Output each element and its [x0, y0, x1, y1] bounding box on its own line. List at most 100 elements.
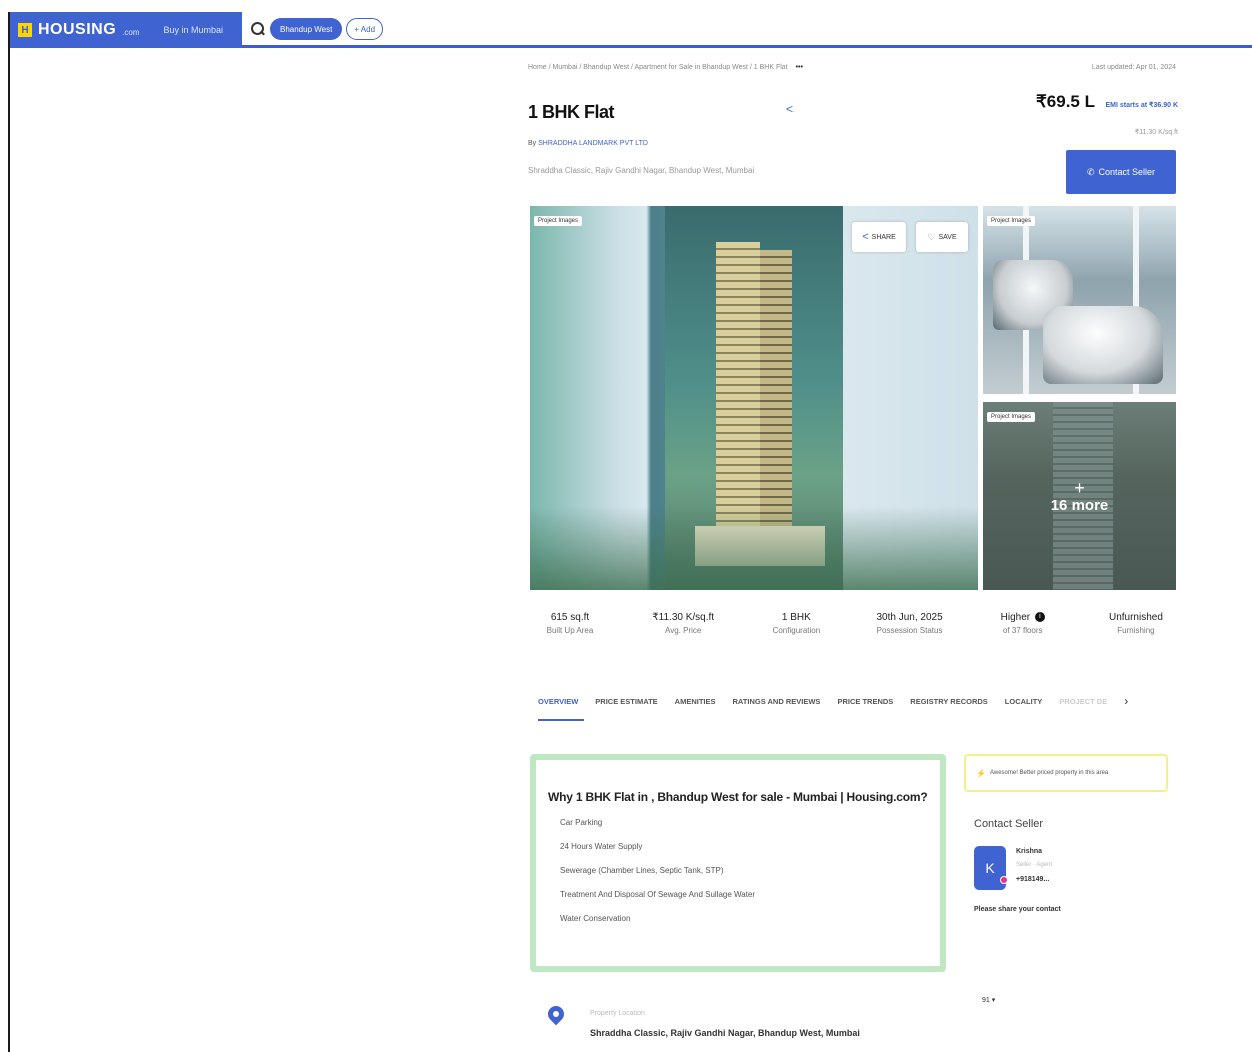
country-code-selector[interactable]: 91 ▾	[982, 996, 995, 1004]
tab-overview[interactable]: OVERVIEW	[538, 697, 585, 721]
listing-address: Shraddha Classic, Rajiv Gandhi Nagar, Bh…	[528, 166, 755, 175]
list-item: Car Parking	[560, 818, 603, 827]
overview-card: Why 1 BHK Flat in , Bhandup West for sal…	[530, 754, 946, 972]
contact-seller-heading: Contact Seller	[974, 818, 1044, 830]
more-images-label: 16 more	[1050, 496, 1109, 514]
tab-price-trends[interactable]: PRICE TRENDS	[837, 697, 893, 706]
location-address: Shraddha Classic, Rajiv Gandhi Nagar, Bh…	[590, 1028, 860, 1038]
developer-line: By SHRADDHA LANDMARK PVT LTD	[528, 140, 648, 147]
seller-phone[interactable]: +918149...	[1016, 876, 1049, 883]
stat-floor: Higher i of 37 floors	[983, 612, 1063, 635]
last-updated: Last updated: Apr 01, 2024	[1091, 64, 1176, 71]
search-area: Bhandup West + Add	[250, 18, 384, 40]
phone-icon: ✆	[1086, 166, 1095, 177]
gallery-share-button[interactable]: < SHARE	[852, 222, 906, 252]
lightning-icon: ⚡	[976, 768, 986, 778]
stat-label: Avg. Price	[665, 626, 702, 635]
stat-built-up-area: 615 sq.ft Built Up Area	[530, 612, 610, 635]
stat-value: Unfurnished	[1108, 612, 1163, 623]
tab-price-estimate[interactable]: PRICE ESTIMATE	[595, 697, 657, 706]
info-icon[interactable]: i	[1034, 612, 1045, 623]
chevron-right-icon[interactable]: ›	[1124, 694, 1128, 708]
price-per-sqft: ₹11.30 K/sq.ft	[1134, 129, 1178, 136]
seller-name: Krishna	[1016, 848, 1043, 855]
logo-text[interactable]: HOUSING	[38, 21, 116, 39]
seller-meta: Seller · Agent	[1016, 862, 1053, 868]
stat-avg-price: ₹11.30 K/sq.ft Avg. Price	[643, 612, 723, 635]
gallery-save-button[interactable]: ♡ SAVE	[916, 222, 968, 252]
stat-label: Possession Status	[876, 626, 943, 635]
avatar: K	[974, 846, 1008, 890]
section-tabs: OVERVIEW PRICE ESTIMATE AMENITIES RATING…	[538, 694, 1178, 721]
heart-icon: ♡	[927, 231, 936, 242]
plus-icon: +	[1074, 477, 1085, 498]
more-images-overlay: + 16 more	[983, 402, 1176, 590]
stat-value-row: Higher i	[983, 612, 1063, 623]
add-locality-button[interactable]: + Add	[346, 18, 384, 40]
more-images-tile[interactable]: Project Images + 16 more	[983, 402, 1176, 590]
stat-possession: 30th Jun, 2025 Possession Status	[870, 612, 950, 635]
location-label: Property Location	[590, 1010, 645, 1017]
list-item: Treatment And Disposal Of Sewage And Sul…	[560, 890, 756, 899]
car-graphic	[1043, 306, 1163, 384]
list-item: 24 Hours Water Supply	[560, 842, 643, 851]
location-pin-icon	[546, 1006, 566, 1034]
stat-label: Configuration	[772, 626, 821, 635]
list-item: Sewerage (Chamber Lines, Septic Tank, ST…	[560, 866, 724, 875]
stat-configuration: 1 BHK Configuration	[756, 612, 836, 635]
price-alert-banner: ⚡ Awesome! Better priced property in thi…	[964, 754, 1168, 792]
breadcrumb-row: Home / Mumbai / Bhandup West / Apartment…	[528, 64, 1176, 78]
stat-label: of 37 floors	[1002, 626, 1043, 635]
stat-value: 1 BHK	[781, 612, 811, 623]
city-selector-link[interactable]: Buy in Mumbai	[164, 25, 224, 35]
overview-heading: Why 1 BHK Flat in , Bhandup West for sal…	[548, 790, 928, 804]
ground-graphic	[530, 506, 978, 590]
avatar-initial: K	[985, 860, 995, 876]
page-top-margin	[0, 0, 1252, 10]
stat-label: Furnishing	[1117, 626, 1155, 635]
share-contact-link[interactable]: Please share your contact	[974, 906, 1061, 913]
image-gallery: Project Images < SHARE ♡ SAVE Project Im…	[530, 206, 1176, 590]
list-item: Water Conservation	[560, 914, 631, 923]
tab-ratings-reviews[interactable]: RATINGS AND REVIEWS	[733, 697, 821, 706]
stat-value: 615 sq.ft	[550, 612, 590, 623]
property-stats: 615 sq.ft Built Up Area ₹11.30 K/sq.ft A…	[530, 612, 1176, 635]
contact-seller-button[interactable]: ✆ Contact Seller	[1066, 150, 1176, 194]
stat-value: 30th Jun, 2025	[876, 612, 943, 623]
tab-amenities[interactable]: AMENITIES	[675, 697, 716, 706]
share-label: SHARE	[871, 233, 896, 241]
alert-text: Awesome! Better priced property in this …	[989, 770, 1109, 776]
save-label: SAVE	[938, 233, 957, 241]
price: ₹69.5 L	[1035, 92, 1095, 111]
highlights-list: Car Parking 24 Hours Water Supply Sewera…	[548, 818, 928, 938]
stat-value: Higher	[1000, 612, 1031, 623]
share-icon[interactable]: <·	[786, 102, 795, 116]
page-title: 1 BHK Flat	[528, 102, 615, 122]
image-tag: Project Images	[534, 216, 583, 226]
price-block: ₹69.5 L EMI starts at ₹36.90 K	[1036, 92, 1178, 112]
logo-suffix: .com	[122, 27, 140, 37]
breadcrumb-more-icon[interactable]: •••	[796, 64, 803, 71]
site-header: H HOUSING .com Buy in Mumbai Bhandup Wes…	[10, 12, 1252, 48]
search-icon[interactable]	[250, 21, 266, 37]
stat-label: Built Up Area	[546, 626, 594, 635]
breadcrumb[interactable]: Home / Mumbai / Bhandup West / Apartment…	[528, 64, 788, 71]
window-left-edge	[8, 12, 10, 1052]
verified-badge-icon	[1000, 876, 1008, 884]
developer-prefix: By	[528, 140, 537, 147]
brand-bar: H HOUSING .com Buy in Mumbai	[10, 12, 242, 48]
tab-locality[interactable]: LOCALITY	[1005, 697, 1043, 706]
emi-link[interactable]: EMI starts at ₹36.90 K	[1105, 102, 1178, 109]
share-icon: <	[862, 231, 869, 243]
housing-logo-icon[interactable]: H	[18, 23, 32, 37]
contact-seller-label: Contact Seller	[1098, 167, 1156, 177]
parking-image[interactable]: Project Images	[983, 206, 1176, 394]
image-tag: Project Images	[987, 216, 1036, 226]
tab-project-details[interactable]: PROJECT DE	[1059, 697, 1107, 706]
developer-link[interactable]: SHRADDHA LANDMARK PVT LTD	[538, 140, 648, 147]
main-project-image[interactable]: Project Images < SHARE ♡ SAVE	[530, 206, 978, 590]
stat-value: ₹11.30 K/sq.ft	[652, 612, 715, 623]
tab-registry-records[interactable]: REGISTRY RECORDS	[910, 697, 988, 706]
stat-furnishing: Unfurnished Furnishing	[1096, 612, 1176, 635]
locality-chip[interactable]: Bhandup West	[270, 18, 343, 40]
